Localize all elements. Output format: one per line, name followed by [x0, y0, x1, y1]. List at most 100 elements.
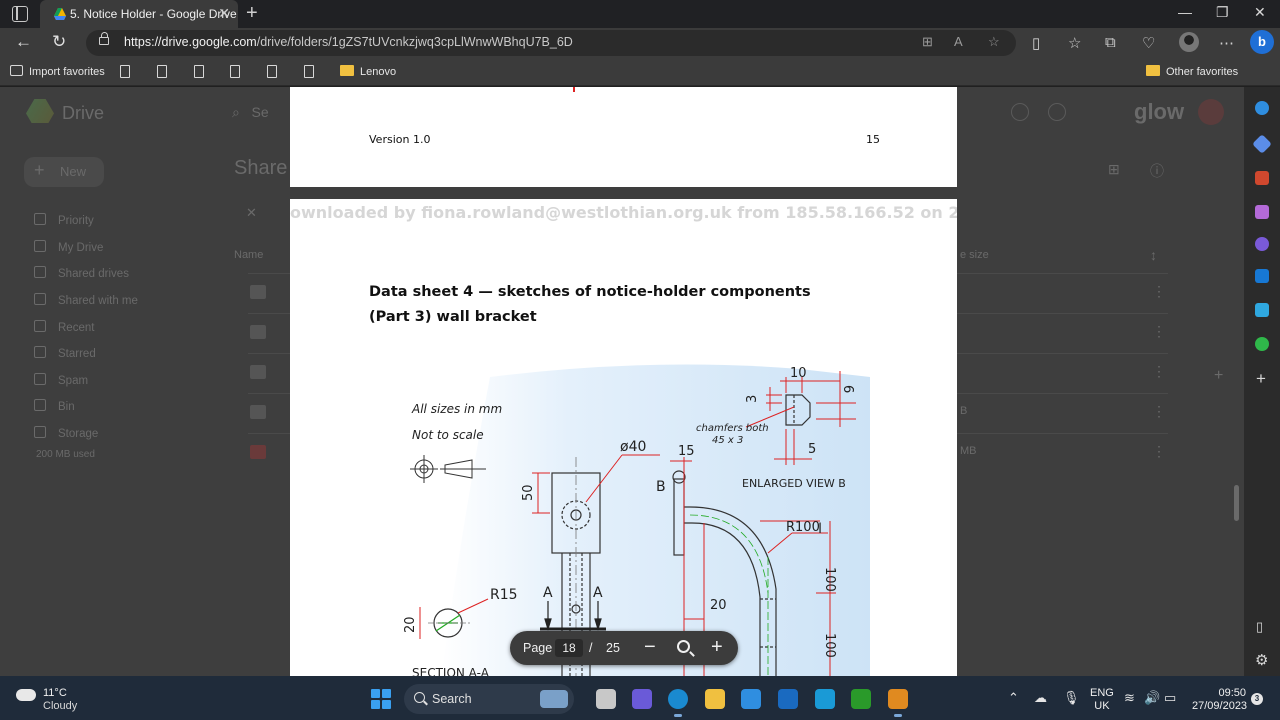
file-explorer-icon[interactable]: [705, 689, 725, 709]
edge-sidebar: + ▯ ⚙: [1244, 87, 1280, 676]
performance-icon[interactable]: ♡: [1142, 34, 1155, 52]
import-favorites[interactable]: Import favorites: [10, 65, 105, 78]
bookmark-page-icon[interactable]: [304, 65, 314, 78]
active-tab[interactable]: 5. Notice Holder - Google Drive ✕: [40, 0, 238, 28]
split-screen-icon[interactable]: ▯: [1032, 34, 1040, 52]
task-view-icon[interactable]: [596, 689, 616, 709]
tree-icon[interactable]: [1255, 337, 1269, 351]
pdf-page-current: ownloaded by fiona.rowland@westlothian.o…: [290, 199, 957, 676]
battery-icon[interactable]: ▭: [1164, 690, 1176, 706]
nav-priority: Priority: [34, 213, 94, 227]
tab-title: 5. Notice Holder - Google Drive: [70, 7, 237, 21]
close-tab-icon[interactable]: ✕: [218, 5, 230, 22]
bookmark-page-icon[interactable]: [194, 65, 204, 78]
minimize-icon[interactable]: —: [1178, 4, 1192, 20]
shopping-icon[interactable]: [1252, 134, 1272, 154]
app-available-icon[interactable]: ⊞: [922, 34, 933, 50]
add-sidebar-app-icon[interactable]: +: [1256, 369, 1266, 389]
taskbar-search[interactable]: Search: [404, 684, 574, 714]
page-footer-version: Version 1.0: [369, 133, 431, 146]
lock-icon[interactable]: [99, 32, 109, 45]
other-favorites[interactable]: Other favorites: [1146, 65, 1238, 78]
show-hidden-icons-icon[interactable]: ⌃: [1008, 690, 1019, 706]
clock[interactable]: 09:50 27/09/2023: [1192, 687, 1247, 713]
language-indicator[interactable]: ENG UK: [1090, 687, 1114, 713]
learning-app-icon[interactable]: [815, 689, 835, 709]
taskbar: 11°C Cloudy Search ⌃ ☁ 🎙 ENG UK ≋ 🔊 ▭ 09…: [0, 676, 1280, 720]
bookmark-page-icon[interactable]: [267, 65, 277, 78]
refresh-icon[interactable]: ↻: [52, 32, 66, 52]
new-tab-icon[interactable]: +: [246, 2, 258, 24]
volume-icon[interactable]: 🔊: [1144, 690, 1160, 706]
watermark: ownloaded by fiona.rowland@westlothian.o…: [290, 203, 957, 222]
language-code: ENG: [1090, 687, 1114, 699]
bing-copilot-icon[interactable]: b: [1250, 30, 1274, 54]
search-icon: [414, 692, 425, 703]
dim-50: 50: [521, 484, 536, 501]
creative-app-icon[interactable]: [888, 689, 908, 717]
dim-100-lower: 100: [822, 633, 837, 658]
hide-sidebar-icon[interactable]: ▯: [1256, 619, 1263, 635]
nav-spam: Spam: [34, 373, 88, 387]
sheet-title-line2: (Part 3) wall bracket: [369, 309, 537, 325]
read-aloud-icon[interactable]: A: [954, 34, 963, 49]
info-icon: ⓘ: [1150, 163, 1164, 179]
search-label: Search: [432, 692, 472, 706]
nav-bin: Bin: [34, 399, 75, 413]
zoom-reset-icon[interactable]: [677, 640, 690, 653]
tab-bar: 5. Notice Holder - Google Drive ✕ + — ❐ …: [0, 0, 1280, 28]
zoom-in-icon[interactable]: +: [711, 635, 723, 659]
bookmark-page-icon[interactable]: [230, 65, 240, 78]
xbox-icon[interactable]: [851, 689, 871, 709]
bookmark-page-icon[interactable]: [157, 65, 167, 78]
drive-search: ⌕ Se: [232, 104, 269, 120]
notification-badge[interactable]: 3: [1251, 693, 1263, 705]
wifi-icon[interactable]: ≋: [1124, 690, 1135, 706]
drive-new-button: + New: [24, 157, 104, 187]
more-icon: ⋮: [1152, 283, 1166, 299]
nav-shared-with-me: Shared with me: [34, 293, 138, 307]
dim-20-left: 20: [403, 616, 418, 633]
radius-100: R100: [786, 520, 820, 535]
page-footer-number: 15: [866, 133, 880, 146]
total-pages: 25: [606, 641, 620, 655]
drop-icon[interactable]: [1255, 303, 1269, 317]
tab-actions-icon[interactable]: [12, 6, 28, 22]
collections-icon[interactable]: ⧉: [1105, 34, 1116, 51]
temperature[interactable]: 11°C: [43, 687, 67, 699]
start-icon[interactable]: [371, 689, 391, 709]
zoom-out-icon[interactable]: −: [644, 635, 656, 659]
favorites-folder-lenovo[interactable]: Lenovo: [340, 65, 396, 78]
scrollbar-thumb: [1234, 485, 1239, 521]
page-number-input[interactable]: 18: [555, 639, 583, 657]
favorite-star-icon[interactable]: ☆: [988, 34, 1000, 50]
note-scale: Not to scale: [412, 428, 484, 442]
url-field[interactable]: https://drive.google.com/drive/folders/1…: [86, 30, 1016, 56]
url-text: https://drive.google.com/drive/folders/1…: [124, 35, 573, 49]
cloud-icon[interactable]: [16, 689, 36, 701]
tools-icon[interactable]: [1255, 171, 1269, 185]
mail-icon[interactable]: [778, 689, 798, 709]
maximize-icon[interactable]: ❐: [1216, 4, 1229, 21]
edge-icon[interactable]: [668, 689, 688, 717]
dim-6: 6: [840, 385, 855, 393]
outlook-icon[interactable]: [1255, 269, 1269, 283]
microphone-icon[interactable]: 🎙: [1063, 690, 1080, 706]
games-icon[interactable]: [1255, 205, 1269, 219]
onedrive-icon[interactable]: ☁: [1034, 690, 1047, 706]
section-a-left: A: [543, 585, 553, 601]
close-window-icon[interactable]: ✕: [1254, 4, 1266, 21]
profile-avatar[interactable]: [1179, 32, 1199, 52]
teams-icon[interactable]: [632, 689, 652, 709]
sidebar-settings-icon[interactable]: ⚙: [1255, 651, 1268, 669]
weather-condition[interactable]: Cloudy: [43, 700, 77, 712]
dim-15: 15: [678, 444, 695, 459]
search-sidebar-icon[interactable]: [1255, 101, 1269, 115]
time: 09:50: [1218, 687, 1246, 699]
favorites-icon[interactable]: ☆: [1068, 34, 1081, 52]
more-options-icon[interactable]: ⋯: [1219, 34, 1234, 52]
back-icon[interactable]: ←: [15, 32, 32, 52]
copilot-icon[interactable]: [1255, 237, 1269, 251]
store-icon[interactable]: [741, 689, 761, 709]
bookmark-page-icon[interactable]: [120, 65, 130, 78]
